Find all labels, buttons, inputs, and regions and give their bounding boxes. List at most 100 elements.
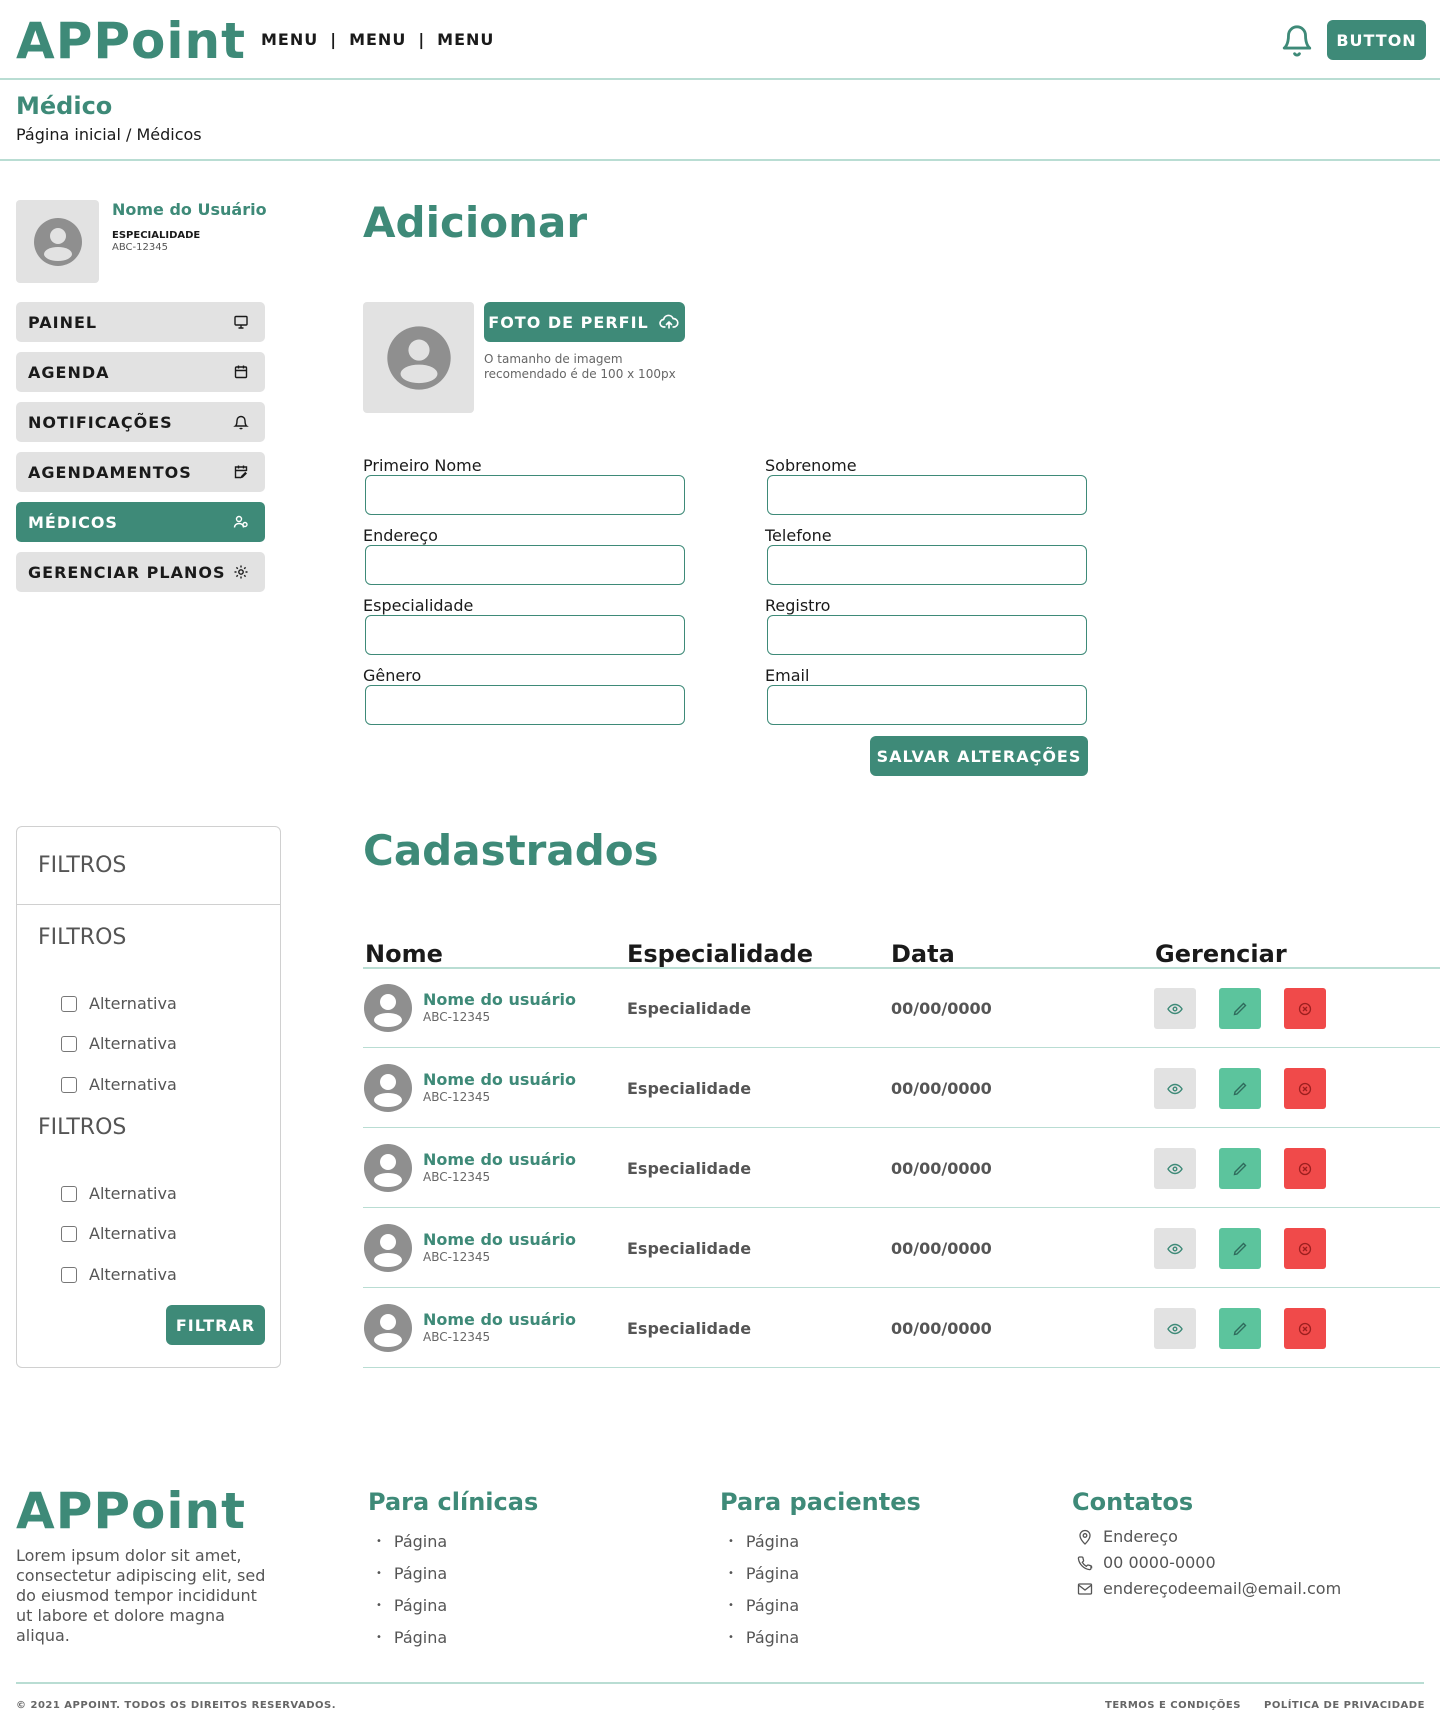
filter-checkbox[interactable]: Alternativa <box>61 1034 177 1053</box>
footer-clinics-link[interactable]: • Página <box>376 1564 447 1583</box>
checkbox-box[interactable] <box>61 1225 77 1242</box>
eye-icon <box>1167 1003 1183 1014</box>
footer-link-label: Página <box>393 1628 448 1647</box>
footer-clinics-link[interactable]: • Página <box>376 1532 447 1551</box>
checkbox-box[interactable] <box>61 1035 77 1052</box>
checkbox-box[interactable] <box>61 1185 77 1202</box>
row-user-name[interactable]: Nome do usuário <box>423 1150 576 1169</box>
view-button[interactable] <box>1154 1228 1196 1269</box>
footer-copyright: © 2021 APPOINT. TODOS OS DIREITOS RESERV… <box>16 1700 337 1711</box>
delete-button[interactable] <box>1284 1148 1326 1189</box>
specialty-input[interactable] <box>365 615 685 655</box>
column-header-name[interactable]: Nome <box>365 940 443 968</box>
last-name-label: Sobrenome <box>765 456 857 475</box>
bullet-icon: • <box>376 1568 382 1579</box>
footer-link-label: Página <box>393 1532 448 1551</box>
filter-button[interactable]: FILTRAR <box>166 1305 265 1345</box>
menu-link-3[interactable]: MENU <box>437 30 494 49</box>
logo[interactable]: APPoint <box>16 12 246 70</box>
table-row[interactable]: Nome do usuário ABC-12345 Especialidade 00/… <box>363 1208 1440 1288</box>
row-user-name[interactable]: Nome do usuário <box>423 1310 576 1329</box>
edit-button[interactable] <box>1219 1228 1261 1269</box>
sidebar-item-painel[interactable]: PAINEL <box>16 302 265 342</box>
sidebar-item-label: NOTIFICAÇÕES <box>28 412 173 432</box>
view-button[interactable] <box>1154 988 1196 1029</box>
row-user-name[interactable]: Nome do usuário <box>423 1230 576 1249</box>
divider <box>0 159 1440 161</box>
checkbox-label: Alternativa <box>89 994 177 1013</box>
filter-group-title: FILTROS <box>38 1115 127 1140</box>
specialty-label: Especialidade <box>363 596 474 615</box>
view-button[interactable] <box>1154 1148 1196 1189</box>
cloud-upload-icon <box>658 314 679 329</box>
sidebar-item-agendamentos[interactable]: AGENDAMENTOS <box>16 452 265 492</box>
checkbox-box[interactable] <box>61 1076 77 1093</box>
sidebar-item-label: AGENDA <box>28 362 110 382</box>
sidebar-item-notificacoes[interactable]: NOTIFICAÇÕES <box>16 402 265 442</box>
edit-button[interactable] <box>1219 1068 1261 1109</box>
footer-phone[interactable]: 00 0000-0000 <box>1077 1553 1216 1572</box>
bullet-icon: • <box>376 1600 382 1611</box>
checkbox-label: Alternativa <box>89 1184 177 1203</box>
filter-checkbox[interactable]: Alternativa <box>61 1224 177 1243</box>
header-button[interactable]: BUTTON <box>1327 20 1426 60</box>
footer-patients-link[interactable]: • Página <box>728 1564 799 1583</box>
filter-checkbox[interactable]: Alternativa <box>61 1184 177 1203</box>
table-row[interactable]: Nome do usuário ABC-12345 Especialidade 00/… <box>363 1048 1440 1128</box>
column-header-specialty[interactable]: Especialidade <box>627 940 813 968</box>
email-input[interactable] <box>767 685 1087 725</box>
gender-input[interactable] <box>365 685 685 725</box>
column-header-date[interactable]: Data <box>891 940 955 968</box>
address-input[interactable] <box>365 545 685 585</box>
table-row[interactable]: Nome do usuário ABC-12345 Especialidade 00/… <box>363 968 1440 1048</box>
checkbox-label: Alternativa <box>89 1265 177 1284</box>
view-button[interactable] <box>1154 1308 1196 1349</box>
sidebar-item-agenda[interactable]: AGENDA <box>16 352 265 392</box>
registry-label: Registro <box>765 596 831 615</box>
terms-link[interactable]: TERMOS E CONDIÇÕES <box>1105 1700 1241 1711</box>
footer-clinics-link[interactable]: • Página <box>376 1596 447 1615</box>
bullet-icon: • <box>376 1536 382 1547</box>
checkbox-box[interactable] <box>61 1266 77 1283</box>
save-changes-button[interactable]: SALVAR ALTERAÇÕES <box>870 736 1088 776</box>
table-row[interactable]: Nome do usuário ABC-12345 Especialidade 00/… <box>363 1128 1440 1208</box>
checkbox-box[interactable] <box>61 995 77 1012</box>
view-button[interactable] <box>1154 1068 1196 1109</box>
profile-photo-button[interactable]: FOTO DE PERFIL <box>484 302 685 342</box>
table-row[interactable]: Nome do usuário ABC-12345 Especialidade 00/… <box>363 1288 1440 1368</box>
footer-email[interactable]: endereçodeemail@email.com <box>1077 1579 1341 1598</box>
notification-bell-icon[interactable] <box>1280 22 1314 60</box>
menu-link-2[interactable]: MENU <box>349 30 406 49</box>
first-name-input[interactable] <box>365 475 685 515</box>
footer-logo[interactable]: APPoint <box>16 1482 246 1540</box>
menu-link-1[interactable]: MENU <box>261 30 318 49</box>
phone-input[interactable] <box>767 545 1087 585</box>
edit-button[interactable] <box>1219 988 1261 1029</box>
sidebar-item-medicos[interactable]: MÉDICOS <box>16 502 265 542</box>
filter-checkbox[interactable]: Alternativa <box>61 1075 177 1094</box>
footer-patients-link[interactable]: • Página <box>728 1596 799 1615</box>
delete-button[interactable] <box>1284 1068 1326 1109</box>
footer-clinics-link[interactable]: • Página <box>376 1628 447 1647</box>
delete-button[interactable] <box>1284 988 1326 1029</box>
sidebar-item-gerenciar-planos[interactable]: GERENCIAR PLANOS <box>16 552 265 592</box>
filters-panel: FILTROS FILTROS Alternativa Alternativa … <box>16 826 281 1368</box>
edit-button[interactable] <box>1219 1148 1261 1189</box>
filters-header-title: FILTROS <box>38 853 127 878</box>
last-name-input[interactable] <box>767 475 1087 515</box>
row-date: 00/00/0000 <box>891 1319 992 1338</box>
filter-checkbox[interactable]: Alternativa <box>61 1265 177 1284</box>
delete-button[interactable] <box>1284 1228 1326 1269</box>
footer-patients-link[interactable]: • Página <box>728 1628 799 1647</box>
registry-input[interactable] <box>767 615 1087 655</box>
monitor-icon <box>234 315 248 329</box>
delete-button[interactable] <box>1284 1308 1326 1349</box>
row-user-name[interactable]: Nome do usuário <box>423 1070 576 1089</box>
footer-patients-link[interactable]: • Página <box>728 1532 799 1551</box>
privacy-link[interactable]: POLÍTICA DE PRIVACIDADE <box>1264 1700 1425 1711</box>
edit-button[interactable] <box>1219 1308 1261 1349</box>
row-user-name[interactable]: Nome do usuário <box>423 990 576 1009</box>
filter-checkbox[interactable]: Alternativa <box>61 994 177 1013</box>
breadcrumb[interactable]: Página inicial / Médicos <box>16 125 202 144</box>
menu-separator: | <box>330 30 338 49</box>
